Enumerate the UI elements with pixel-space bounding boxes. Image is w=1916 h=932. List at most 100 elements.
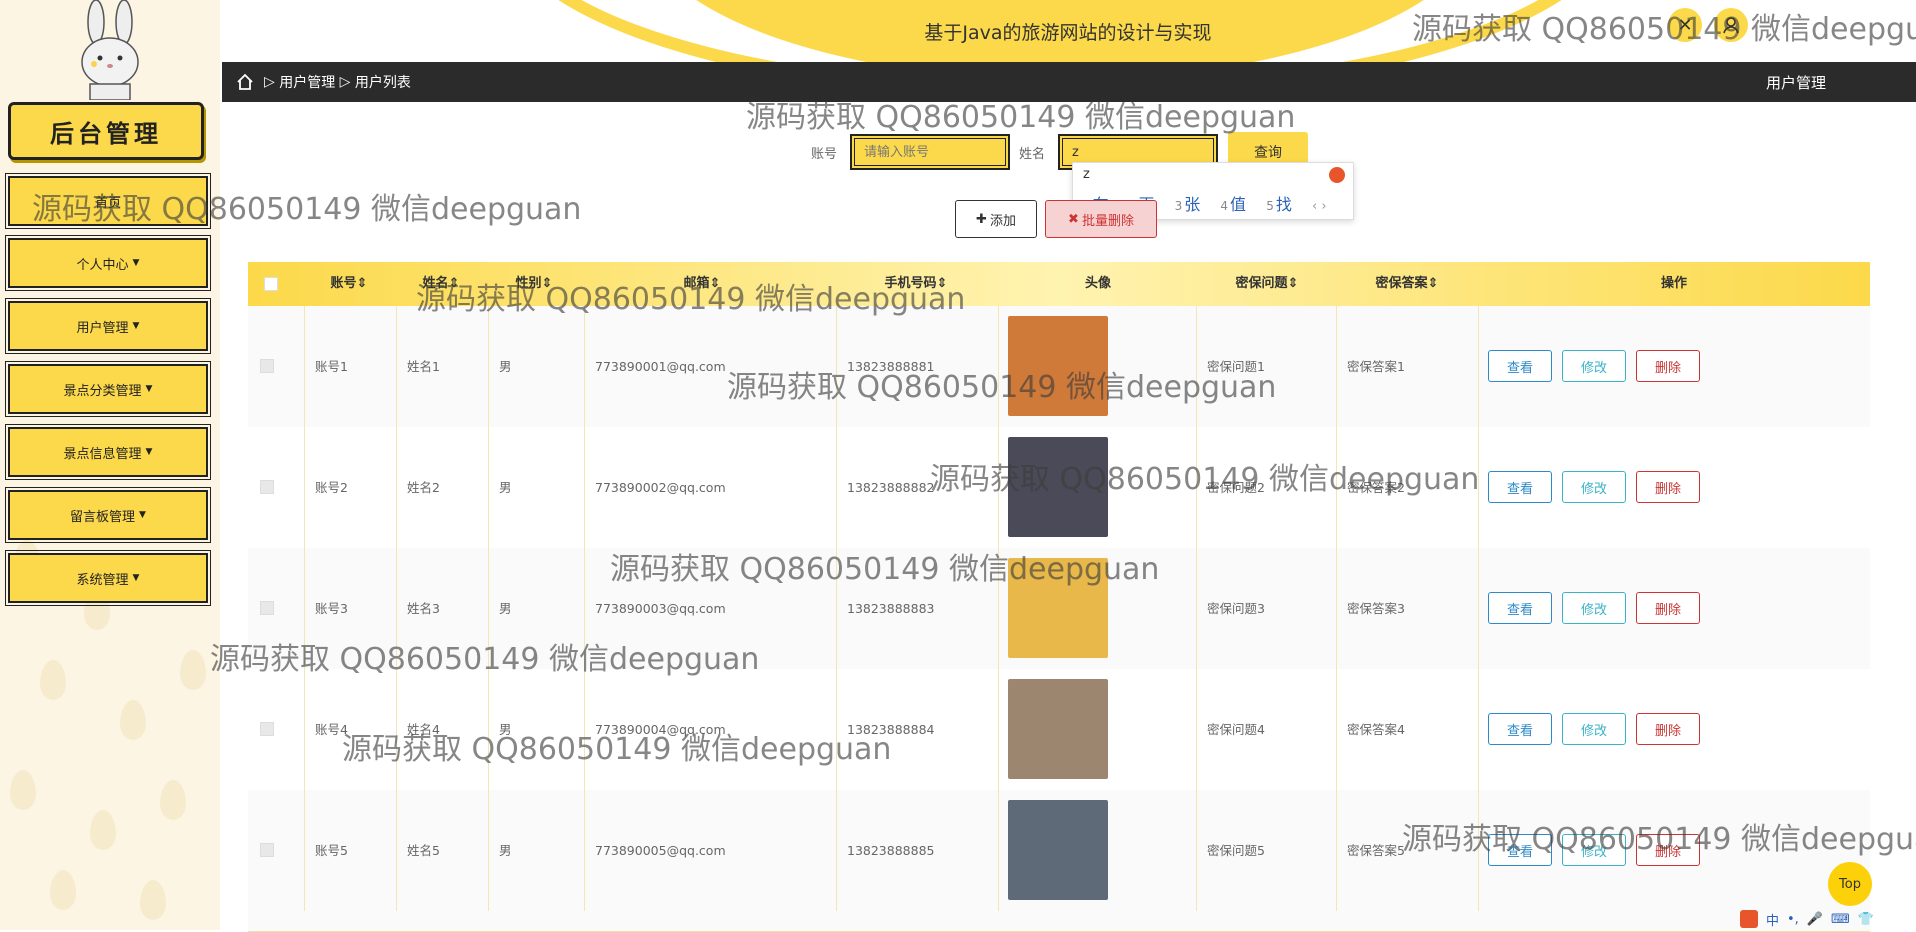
sidebar-item-label: 首页 <box>94 195 121 211</box>
sidebar-item-label: 景点分类管理 <box>63 383 142 399</box>
bunny-logo-icon <box>81 0 139 100</box>
table-header: 账号⇕ 姓名⇕ 性别⇕ 邮箱⇕ 手机号码⇕ 头像 密保问题⇕ 密保答案⇕ 操作 <box>248 262 1870 306</box>
breadcrumb-separator-icon: ▷ <box>335 74 355 90</box>
view-button[interactable]: 查看 <box>1488 471 1552 503</box>
account-search-input[interactable] <box>850 134 1010 170</box>
column-header-question[interactable]: 密保问题⇕ <box>1198 262 1336 306</box>
column-header-answer[interactable]: 密保答案⇕ <box>1338 262 1476 306</box>
cell-account: 账号4 <box>304 669 396 790</box>
caret-down-icon: ▼ <box>132 321 140 331</box>
column-header-phone[interactable]: 手机号码⇕ <box>836 262 996 306</box>
column-header-account[interactable]: 账号⇕ <box>304 262 394 306</box>
row-checkbox[interactable] <box>260 722 274 736</box>
sidebar-item-system[interactable]: 系统管理 ▼ <box>5 550 211 606</box>
cell-answer: 密保答案3 <box>1336 548 1478 669</box>
row-checkbox[interactable] <box>260 480 274 494</box>
view-button[interactable]: 查看 <box>1488 834 1552 866</box>
batch-delete-button[interactable]: ✖ 批量删除 <box>1045 200 1157 238</box>
ime-logo-icon <box>1740 910 1758 928</box>
cell-name: 姓名3 <box>396 548 488 669</box>
shirt-icon: 👕 <box>1857 911 1874 927</box>
cell-email: 773890002@qq.com <box>584 427 836 548</box>
breadcrumb-level1[interactable]: 用户管理 <box>279 72 335 92</box>
sort-icon: ⇕ <box>541 276 553 291</box>
ime-candidate[interactable]: 5找 <box>1266 195 1292 214</box>
table-row: 账号5 姓名5 男 773890005@qq.com 13823888885 密保问题5 密… <box>248 790 1870 912</box>
user-icon[interactable] <box>1714 8 1748 42</box>
column-header-email[interactable]: 邮箱⇕ <box>586 262 818 306</box>
view-button[interactable]: 查看 <box>1488 713 1552 745</box>
sidebar: 后台管理 首页 个人中心 ▼ 用户管理 ▼ 景点分类管理 ▼ 景点信息管理 ▼ 留言板管… <box>0 0 220 930</box>
avatar <box>1008 679 1108 779</box>
cell-gender: 男 <box>488 427 584 548</box>
cell-phone: 13823888881 <box>836 306 998 427</box>
ime-mode-label: 中 <box>1766 913 1780 929</box>
sidebar-item-message-board[interactable]: 留言板管理 ▼ <box>5 487 211 543</box>
leaf-decoration <box>40 660 66 700</box>
select-all-checkbox[interactable] <box>264 277 278 291</box>
sidebar-item-profile[interactable]: 个人中心 ▼ <box>5 235 211 291</box>
cell-question: 密保问题3 <box>1196 548 1336 669</box>
view-button[interactable]: 查看 <box>1488 350 1552 382</box>
leaf-decoration <box>180 650 206 690</box>
leaf-decoration <box>10 770 36 810</box>
table-row: 账号2 姓名2 男 773890002@qq.com 13823888882 密保问题2 密… <box>248 427 1870 549</box>
column-header-avatar: 头像 <box>1084 276 1111 291</box>
ime-page-nav-icon[interactable]: ‹ › <box>1312 199 1327 214</box>
row-checkbox[interactable] <box>260 601 274 615</box>
cell-account: 账号1 <box>304 306 396 427</box>
cell-answer: 密保答案4 <box>1336 669 1478 790</box>
sidebar-item-spot-categories[interactable]: 景点分类管理 ▼ <box>5 361 211 417</box>
row-checkbox[interactable] <box>260 843 274 857</box>
delete-button[interactable]: 删除 <box>1636 834 1700 866</box>
home-icon[interactable] <box>236 73 254 91</box>
caret-down-icon: ▼ <box>145 447 153 457</box>
column-header-gender[interactable]: 性别⇕ <box>488 262 580 306</box>
cell-question: 密保问题1 <box>1196 306 1336 427</box>
sidebar-item-label: 留言板管理 <box>70 509 136 525</box>
ime-candidate[interactable]: 4值 <box>1220 195 1246 214</box>
cell-name: 姓名2 <box>396 427 488 548</box>
delete-button[interactable]: 删除 <box>1636 471 1700 503</box>
view-button[interactable]: 查看 <box>1488 592 1552 624</box>
cell-email: 773890004@qq.com <box>584 669 836 790</box>
sidebar-item-label: 系统管理 <box>76 572 129 588</box>
add-button[interactable]: ✚ 添加 <box>955 200 1037 238</box>
cell-gender: 男 <box>488 306 584 427</box>
cell-gender: 男 <box>488 790 584 911</box>
sort-icon: ⇕ <box>709 276 721 291</box>
leaf-decoration <box>120 700 146 740</box>
column-header-actions: 操作 <box>1660 276 1687 291</box>
leaf-decoration <box>140 880 166 920</box>
leaf-decoration <box>90 810 116 850</box>
column-header-name[interactable]: 姓名⇕ <box>396 262 486 306</box>
table-row: 账号3 姓名3 男 773890003@qq.com 13823888883 密保问题3 密… <box>248 548 1870 670</box>
sidebar-item-label: 景点信息管理 <box>63 446 142 462</box>
batch-delete-button-label: 批量删除 <box>1081 213 1134 229</box>
ime-status-bar[interactable]: 中 •, 🎤 ⌨ 👕 <box>1740 908 1916 930</box>
cell-gender: 男 <box>488 548 584 669</box>
delete-button[interactable]: 删除 <box>1636 713 1700 745</box>
cell-phone: 13823888884 <box>836 669 998 790</box>
edit-button[interactable]: 修改 <box>1562 471 1626 503</box>
cell-name: 姓名4 <box>396 669 488 790</box>
times-icon: ✖ <box>1068 211 1079 227</box>
sidebar-item-users[interactable]: 用户管理 ▼ <box>5 298 211 354</box>
cell-phone: 13823888883 <box>836 548 998 669</box>
avatar <box>1008 316 1108 416</box>
edit-button[interactable]: 修改 <box>1562 350 1626 382</box>
delete-button[interactable]: 删除 <box>1636 592 1700 624</box>
ime-candidate[interactable]: 3张 <box>1175 195 1201 214</box>
close-icon[interactable]: ✕ <box>1668 8 1702 42</box>
sort-icon: ⇕ <box>356 276 368 291</box>
edit-button[interactable]: 修改 <box>1562 592 1626 624</box>
add-button-label: 添加 <box>989 213 1016 229</box>
delete-button[interactable]: 删除 <box>1636 350 1700 382</box>
back-to-top-button[interactable]: Top <box>1828 862 1872 906</box>
sidebar-item-home[interactable]: 首页 <box>5 173 211 229</box>
edit-button[interactable]: 修改 <box>1562 834 1626 866</box>
sidebar-item-spot-info[interactable]: 景点信息管理 ▼ <box>5 424 211 480</box>
caret-down-icon: ▼ <box>139 510 146 520</box>
row-checkbox[interactable] <box>260 359 274 373</box>
edit-button[interactable]: 修改 <box>1562 713 1626 745</box>
